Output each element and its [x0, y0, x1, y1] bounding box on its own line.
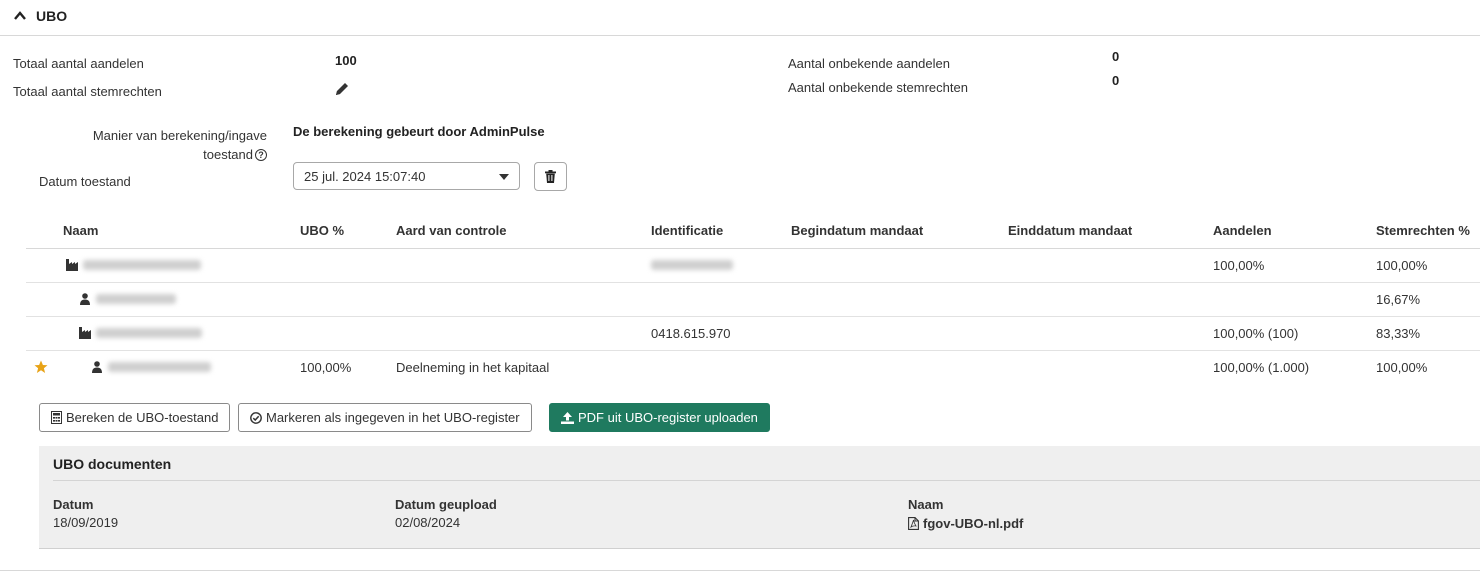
- doc-file-link[interactable]: fgov-UBO-nl.pdf: [908, 516, 1023, 531]
- person-icon: [92, 361, 102, 373]
- shares-cell: 100,00% (1.000): [1213, 360, 1310, 375]
- documents-title: UBO documenten: [53, 456, 172, 472]
- section-title: UBO: [36, 8, 68, 24]
- unknown-votes-value: 0: [1112, 73, 1120, 88]
- calculator-icon: [51, 411, 62, 424]
- mark-registered-label: Markeren als ingegeven in het UBO-regist…: [266, 410, 520, 425]
- doc-col-date: Datum: [53, 497, 94, 512]
- table-row[interactable]: 100,00% 100,00%: [26, 249, 1480, 283]
- col-naam[interactable]: Naam: [63, 223, 98, 238]
- mark-registered-button[interactable]: Markeren als ingegeven in het UBO-regist…: [238, 403, 532, 432]
- col-control[interactable]: Aard van controle: [396, 223, 507, 238]
- chevron-up-icon[interactable]: [13, 9, 27, 23]
- calc-method-value: De berekening gebeurt door AdminPulse: [293, 124, 545, 139]
- votes-cell: 83,33%: [1376, 326, 1421, 341]
- ubo-section-header[interactable]: UBO: [0, 0, 1480, 36]
- blurred-name: [96, 328, 202, 338]
- total-shares-label: Totaal aantal aandelen: [13, 56, 144, 71]
- doc-date-value: 18/09/2019: [53, 515, 119, 530]
- upload-pdf-button[interactable]: PDF uit UBO-register uploaden: [549, 403, 770, 432]
- help-icon[interactable]: ?: [255, 149, 267, 161]
- col-votes[interactable]: Stemrechten %: [1376, 223, 1470, 238]
- shares-cell: 100,00%: [1213, 258, 1265, 273]
- state-date-select[interactable]: 25 jul. 2024 15:07:40: [293, 162, 520, 190]
- caret-down-icon: [499, 174, 509, 180]
- star-icon: [34, 360, 48, 373]
- col-identification[interactable]: Identificatie: [651, 223, 723, 238]
- unknown-shares-label: Aantal onbekende aandelen: [788, 56, 950, 71]
- ubo-table-header: Naam UBO % Aard van controle Identificat…: [26, 213, 1480, 249]
- unknown-votes-label: Aantal onbekende stemrechten: [788, 80, 968, 95]
- check-circle-icon: [250, 412, 262, 424]
- table-row[interactable]: 0418.615.970 100,00% (100) 83,33%: [26, 317, 1480, 351]
- doc-file-name: fgov-UBO-nl.pdf: [923, 516, 1024, 531]
- blurred-name: [96, 294, 176, 304]
- pencil-icon[interactable]: [334, 81, 350, 97]
- documents-divider: [53, 480, 1480, 481]
- unknown-shares-value: 0: [1112, 49, 1120, 64]
- trash-icon: [545, 170, 556, 183]
- doc-uploaded-value: 02/08/2024: [395, 515, 461, 530]
- blurred-identification: [651, 260, 733, 270]
- person-icon: [80, 293, 90, 305]
- calculate-ubo-label: Bereken de UBO-toestand: [66, 410, 219, 425]
- state-date-label: Datum toestand: [39, 174, 131, 189]
- total-shares-value: 100: [335, 53, 357, 68]
- col-start-date[interactable]: Begindatum mandaat: [791, 223, 923, 238]
- ubo-pct-cell: 100,00%: [300, 360, 352, 375]
- votes-cell: 100,00%: [1376, 360, 1428, 375]
- total-votes-label: Totaal aantal stemrechten: [13, 84, 162, 99]
- control-cell: Deelneming in het kapitaal: [396, 360, 550, 375]
- calc-method-label-line1: Manier van berekening/ingave: [92, 128, 267, 143]
- table-row[interactable]: 16,67%: [26, 283, 1480, 317]
- col-shares[interactable]: Aandelen: [1213, 223, 1272, 238]
- col-ubo-pct[interactable]: UBO %: [300, 223, 344, 238]
- calc-method-label-line2: toestand: [203, 147, 253, 162]
- table-row[interactable]: 100,00% Deelneming in het kapitaal 100,0…: [26, 351, 1480, 385]
- building-icon: [79, 327, 91, 339]
- calc-method-label: Manier van berekening/ingave toestand?: [60, 126, 267, 164]
- blurred-name: [108, 362, 211, 372]
- state-date-value: 25 jul. 2024 15:07:40: [304, 169, 426, 184]
- delete-state-button[interactable]: [534, 162, 567, 191]
- pdf-file-icon: [908, 517, 919, 530]
- shares-cell: 100,00% (100): [1213, 326, 1299, 341]
- calculate-ubo-button[interactable]: Bereken de UBO-toestand: [39, 403, 231, 432]
- col-end-date[interactable]: Einddatum mandaat: [1008, 223, 1132, 238]
- building-icon: [66, 259, 78, 271]
- identification-cell: 0418.615.970: [651, 326, 731, 341]
- section-bottom-divider: [0, 570, 1480, 571]
- upload-icon: [561, 412, 574, 424]
- votes-cell: 100,00%: [1376, 258, 1428, 273]
- doc-col-uploaded: Datum geupload: [395, 497, 497, 512]
- doc-col-name: Naam: [908, 497, 944, 512]
- blurred-name: [83, 260, 201, 270]
- upload-pdf-label: PDF uit UBO-register uploaden: [578, 410, 758, 425]
- votes-cell: 16,67%: [1376, 292, 1421, 307]
- ubo-documents-panel: UBO documenten Datum Datum geupload Naam…: [39, 446, 1480, 549]
